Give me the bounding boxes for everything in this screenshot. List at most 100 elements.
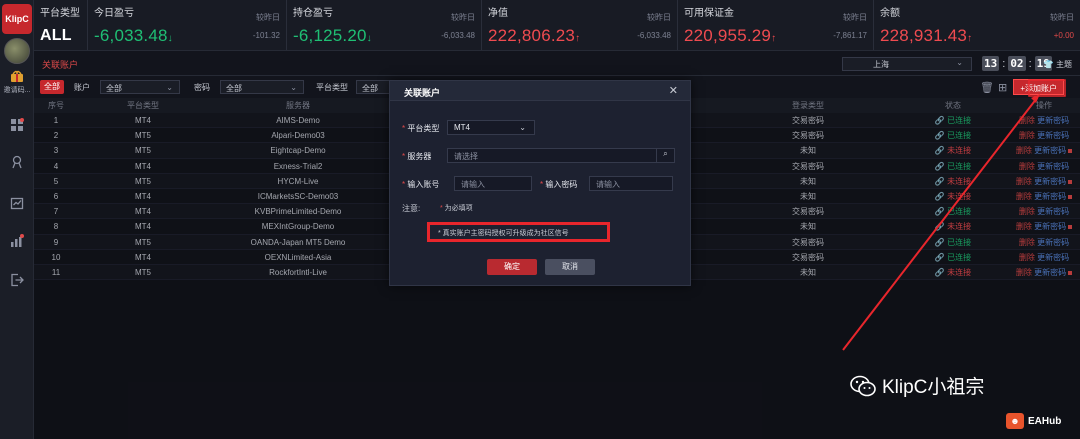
delete-link[interactable]: 删除 [1019,131,1035,140]
header-platform: 平台类型 [127,101,159,110]
update-password-link[interactable]: 更新密码 [1034,222,1066,231]
cell-login-type: 未知 [800,176,816,186]
cell-login-type: 未知 [800,191,816,201]
status-badge: 🔗 已连接 [934,207,972,217]
wechat-icon [850,375,876,396]
metrics-bar: 平台类型 ALL ⌄ 今日盈亏 较昨日 -101.32 -6,033.48↓ 持… [34,0,1080,60]
confirm-button[interactable]: 确定 [487,259,537,275]
platform-type-select[interactable]: MT4 ⌄ [447,120,535,135]
delete-link[interactable]: 删除 [1016,146,1032,155]
app-root: KlipC 邀请码... 平台类型 ALL 今日盈亏 较昨日 -101.32 -… [0,0,1080,439]
gift-icon [11,70,23,82]
cell-server: MEXIntGroup-Demo [261,222,335,232]
cell-platform: MT5 [135,176,151,186]
link-icon: 🔗 [934,161,945,171]
clock-hours: 13 [982,56,1000,71]
metric-platform[interactable]: 平台类型 ALL ⌄ [34,0,88,60]
cell-login-type: 交易密码 [792,116,824,125]
broken-link-icon: 🔗 [934,267,945,277]
cell-index: 6 [53,191,59,201]
rail-item-signal[interactable] [0,196,34,210]
arrow-down-icon: ↓ [167,33,173,44]
password-input[interactable]: 请输入 [589,176,673,191]
close-icon[interactable]: ✕ [669,84,678,97]
shirt-icon: 👕 [1043,60,1054,69]
update-password-link[interactable]: 更新密码 [1034,268,1066,277]
broken-link-icon: 🔗 [934,146,945,156]
search-icon[interactable]: ⌕ [656,149,674,162]
filter-password-select[interactable]: 全部 ⌄ [220,80,304,94]
cell-server: KVBPrimeLimited-Demo [254,207,342,217]
update-password-link[interactable]: 更新密码 [1037,253,1069,262]
cell-platform: MT4 [135,161,151,171]
status-badge: 🔗 未连接 [934,176,972,186]
metric-title: 可用保证金 [684,8,734,19]
update-password-link[interactable]: 更新密码 [1034,192,1066,201]
update-password-link[interactable]: 更新密码 [1037,238,1069,247]
chevron-down-icon: ⌄ [519,123,526,132]
delete-bin-icon[interactable]: 🗑 [980,81,994,94]
delete-link[interactable]: 删除 [1019,116,1035,125]
link-icon: 🔗 [934,237,945,247]
server-select[interactable]: 请选择 ⌕ [447,148,675,163]
metric-equity: 净值 较昨日 -6,033.48 222,806.23↑ [482,0,678,50]
update-password-link[interactable]: 更新密码 [1037,116,1069,125]
filter-account-select[interactable]: 全部 ⌄ [100,80,180,94]
status-badge: 🔗 未连接 [934,146,972,156]
metric-compare-label: 较昨日 [451,13,475,22]
link-icon: 🔗 [934,252,945,262]
metric-title: 今日盈亏 [94,8,134,19]
rail-item-logout[interactable] [0,273,34,287]
status-badge: 🔗 已连接 [934,131,972,141]
metric-title: 净值 [488,8,508,19]
cancel-button[interactable]: 取消 [545,259,595,275]
cell-platform: MT5 [135,146,151,156]
status-badge: 🔗 已连接 [934,237,972,247]
app-logo[interactable]: KlipC [2,4,32,34]
update-password-link[interactable]: 更新密码 [1034,146,1066,155]
cell-index: 4 [53,161,59,171]
add-account-button[interactable]: +添加账户 [1013,79,1064,95]
breadcrumb-row: 关联账户 上海 ⌄ 13 : 02 : 19 👕 主题 [34,52,1080,76]
chart-box-icon [10,197,24,210]
update-password-link[interactable]: 更新密码 [1037,207,1069,216]
cell-actions: 删除 更新密码 [1008,250,1080,264]
avatar[interactable] [4,38,30,64]
header-status: 状态 [945,101,961,110]
update-password-link[interactable]: 更新密码 [1037,131,1069,140]
status-badge: 🔗 已连接 [934,252,972,262]
rail-item-invite[interactable]: 邀请码... [0,70,34,95]
delete-link[interactable]: 删除 [1019,238,1035,247]
region-value: 上海 [873,60,889,69]
filter-all-button[interactable]: 全部 [40,80,64,94]
delete-link[interactable]: 删除 [1016,268,1032,277]
rail-item-dashboard[interactable] [0,118,34,132]
update-password-link[interactable]: 更新密码 [1037,162,1069,171]
metric-balance: 余额 较昨日 +0.00 228,931.43↑ [874,0,1080,50]
region-select[interactable]: 上海 ⌄ [842,57,972,71]
delete-link[interactable]: 删除 [1016,222,1032,231]
arrow-up-icon: ↑ [967,33,973,44]
eahub-logo-icon: ☻ [1006,413,1024,429]
cell-platform: MT4 [135,191,151,201]
alert-dot [1068,270,1073,275]
cell-actions: 删除 更新密码 [1008,128,1080,142]
highlight-box: * 真实账户主密码授权可升级成为社区信号 [427,222,610,242]
theme-toggle[interactable]: 👕 主题 [1044,59,1072,70]
account-input[interactable]: 请输入 [454,176,532,191]
cell-platform: MT4 [135,207,151,217]
delete-link[interactable]: 删除 [1019,162,1035,171]
delete-link[interactable]: 删除 [1016,192,1032,201]
grid-view-icon[interactable]: ⊞ [998,81,1007,94]
update-password-link[interactable]: 更新密码 [1034,177,1066,186]
delete-link[interactable]: 删除 [1019,253,1035,262]
metric-compare-value: -6,033.48 [441,31,475,40]
watermark: KlipC小祖宗 [850,372,984,399]
delete-link[interactable]: 删除 [1019,207,1035,216]
cell-server: HYCM-Live [277,176,319,186]
delete-link[interactable]: 删除 [1016,177,1032,186]
rail-item-stats[interactable] [0,234,34,248]
rail-item-community[interactable] [0,155,34,169]
breadcrumb[interactable]: 关联账户 [42,58,78,71]
cell-actions: 删除 更新密码 [1008,143,1080,157]
